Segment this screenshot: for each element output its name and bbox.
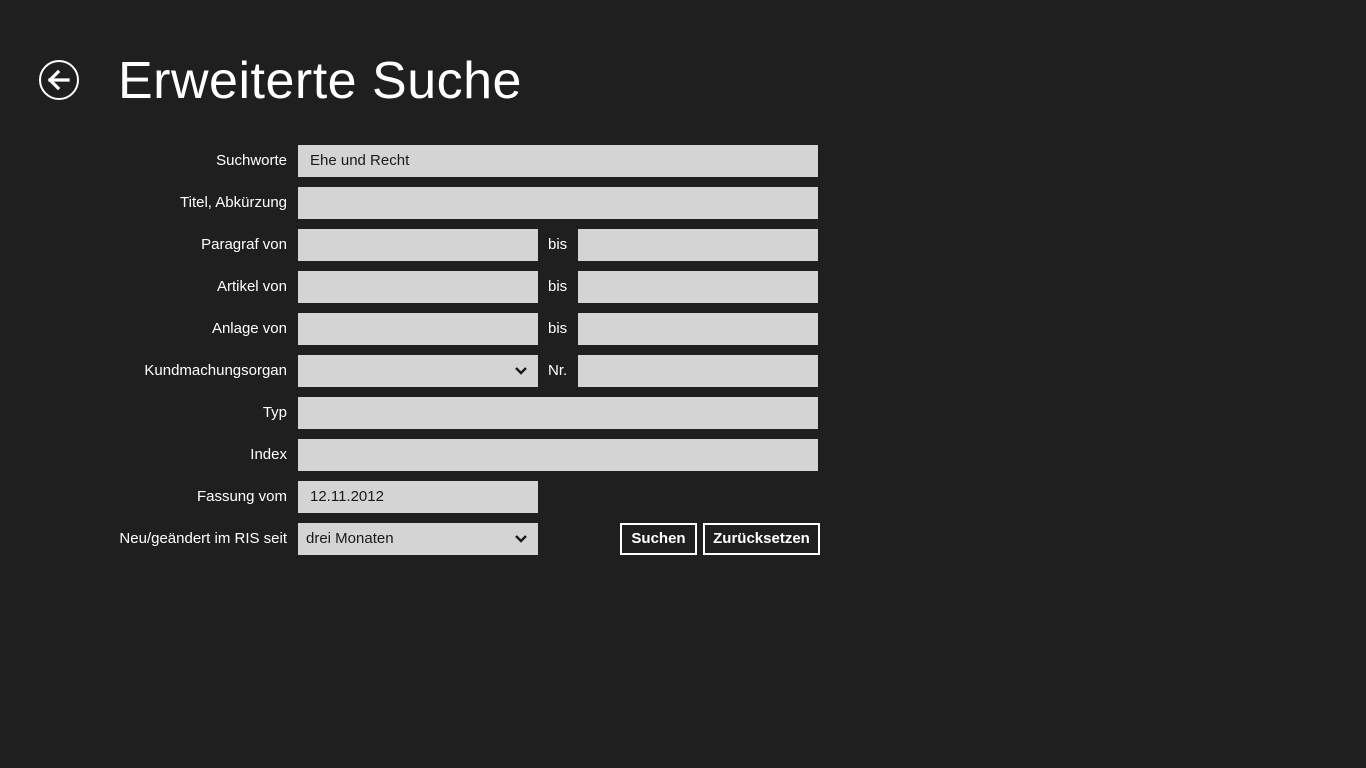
titel-label: Titel, Abkürzung xyxy=(180,194,287,211)
anlage-bis-label: bis xyxy=(548,320,568,337)
fassung-date-input[interactable]: 12.11.2012 xyxy=(298,481,538,513)
paragraf-bis-label: bis xyxy=(548,236,568,253)
neu-geaendert-select[interactable]: drei Monaten xyxy=(298,523,538,555)
back-button[interactable] xyxy=(39,60,79,100)
advanced-search-page: Erweiterte Suche Suchworte Ehe und Recht… xyxy=(0,0,1366,768)
kundmachungsorgan-label: Kundmachungsorgan xyxy=(144,362,287,379)
anlage-to-input[interactable] xyxy=(578,313,818,345)
artikel-from-input[interactable] xyxy=(298,271,538,303)
typ-input[interactable] xyxy=(298,397,818,429)
anlage-label: Anlage von xyxy=(211,320,287,337)
typ-label: Typ xyxy=(262,404,287,421)
paragraf-to-input[interactable] xyxy=(578,229,818,261)
suchworte-input[interactable]: Ehe und Recht xyxy=(298,145,818,177)
index-label: Index xyxy=(250,446,287,463)
fassung-label: Fassung vom xyxy=(196,488,287,505)
suchworte-label: Suchworte xyxy=(216,152,287,169)
chevron-down-icon xyxy=(515,535,527,543)
back-arrow-icon xyxy=(47,69,70,91)
index-input[interactable] xyxy=(298,439,818,471)
artikel-to-input[interactable] xyxy=(578,271,818,303)
neu-geaendert-selected-value: drei Monaten xyxy=(306,530,394,547)
nr-input[interactable] xyxy=(578,355,818,387)
titel-input[interactable] xyxy=(298,187,818,219)
kundmachungsorgan-select[interactable] xyxy=(298,355,538,387)
artikel-label: Artikel von xyxy=(216,278,287,295)
paragraf-label: Paragraf von xyxy=(201,236,287,253)
neu-geaendert-label: Neu/geändert im RIS seit xyxy=(119,530,287,547)
artikel-bis-label: bis xyxy=(548,278,568,295)
paragraf-from-input[interactable] xyxy=(298,229,538,261)
search-button[interactable]: Suchen xyxy=(620,523,697,555)
page-title: Erweiterte Suche xyxy=(118,52,522,110)
reset-button[interactable]: Zurücksetzen xyxy=(703,523,820,555)
nr-label: Nr. xyxy=(548,362,568,379)
anlage-from-input[interactable] xyxy=(298,313,538,345)
chevron-down-icon xyxy=(515,367,527,375)
